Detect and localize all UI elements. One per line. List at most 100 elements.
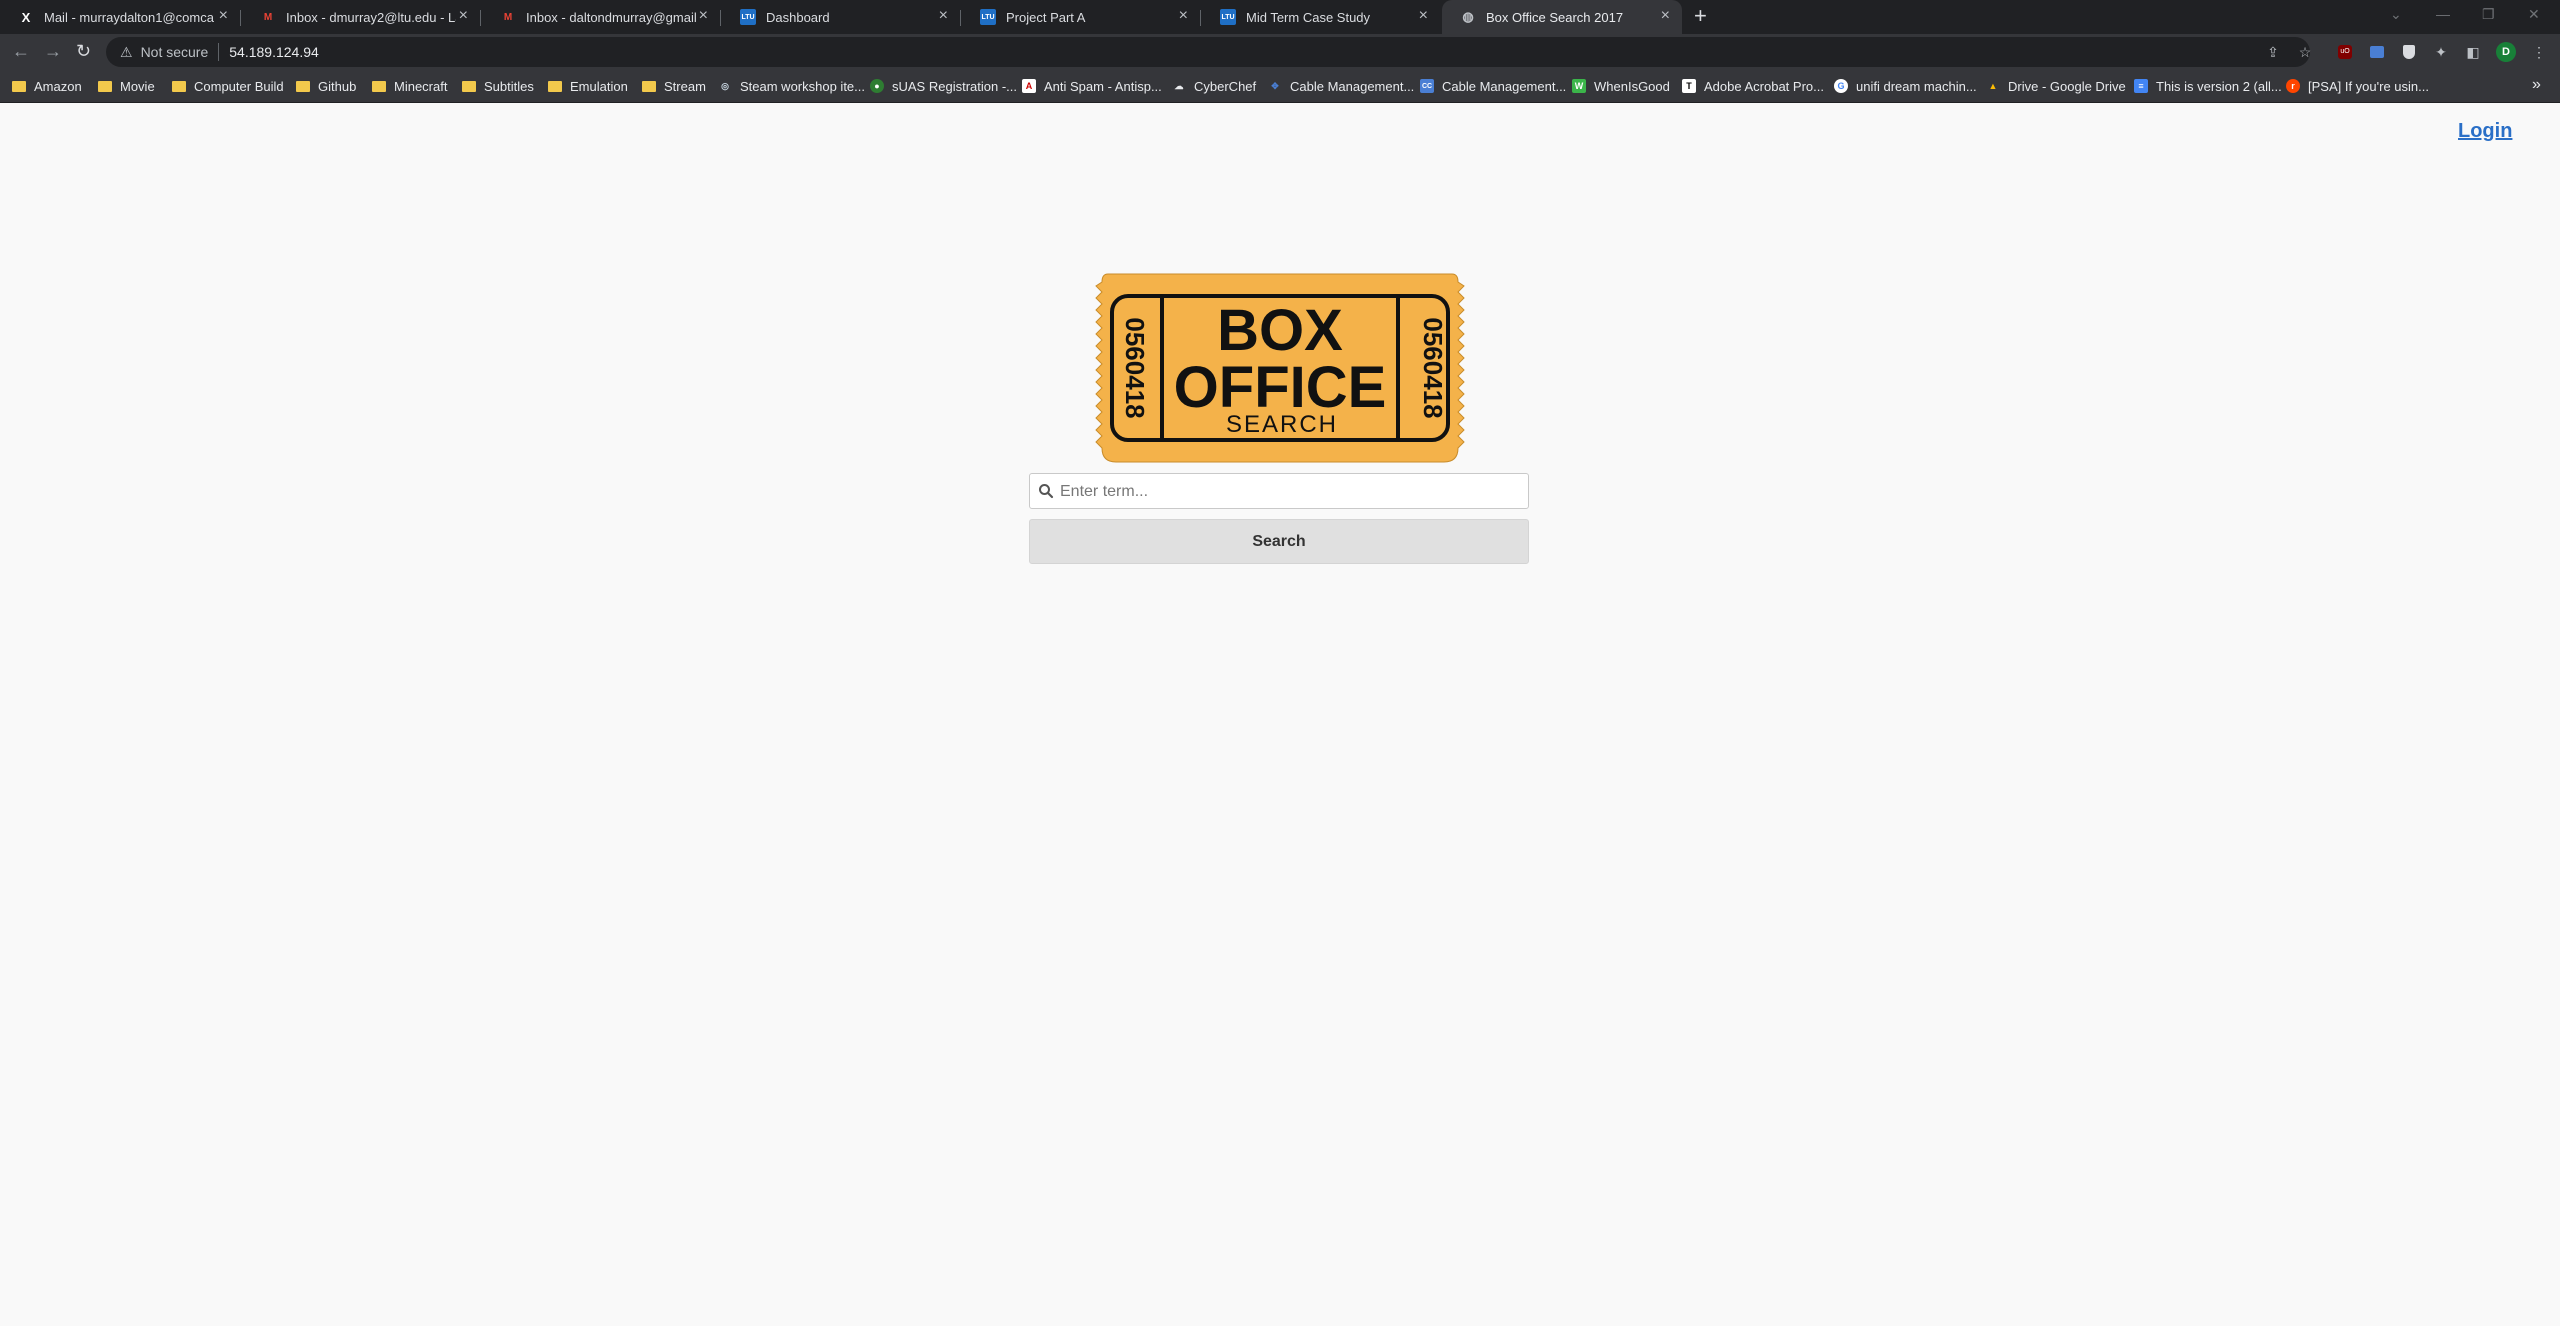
- bookmark-star-icon[interactable]: ☆: [2296, 43, 2314, 61]
- bookmark-cyberchef[interactable]: ☁ CyberChef: [1172, 70, 1257, 102]
- close-icon[interactable]: ×: [459, 8, 468, 24]
- cable-icon: CC: [1420, 79, 1434, 93]
- bookmark-computer-build[interactable]: Computer Build: [172, 70, 284, 102]
- bookmark-steam-workshop[interactable]: ◎ Steam workshop ite...: [718, 70, 865, 102]
- close-icon[interactable]: ×: [939, 8, 948, 24]
- gmail-icon: M: [503, 11, 513, 23]
- tab-mid-term[interactable]: LTU Mid Term Case Study ×: [1202, 0, 1440, 34]
- folder-icon: [12, 79, 26, 93]
- address-bar[interactable]: ⚠ Not secure 54.189.124.94: [106, 37, 2310, 67]
- ltu-icon: LTU: [740, 9, 756, 25]
- bookmark-suas-registration[interactable]: ● sUAS Registration -...: [870, 70, 1017, 102]
- login-link[interactable]: Login: [2458, 120, 2512, 143]
- maximize-icon[interactable]: ❐: [2482, 6, 2495, 23]
- adobe-icon: T: [1682, 79, 1696, 93]
- logo-line-search: SEARCH: [1226, 411, 1338, 438]
- bookmark-google-drive[interactable]: ▲ Drive - Google Drive: [1986, 70, 2126, 102]
- bitwarden-extension-icon[interactable]: [2400, 43, 2418, 61]
- docs-icon: ≡: [2134, 79, 2148, 93]
- close-icon[interactable]: ×: [219, 8, 228, 24]
- close-icon[interactable]: ×: [1419, 8, 1428, 24]
- reload-icon[interactable]: ↻: [76, 41, 91, 61]
- google-icon: G: [1834, 79, 1848, 93]
- search-icon: [1039, 484, 1054, 499]
- gmail-icon: M: [263, 11, 273, 23]
- tab-inbox-ltu[interactable]: M Inbox - dmurray2@ltu.edu - Law ×: [242, 0, 480, 34]
- profile-avatar[interactable]: D: [2496, 42, 2516, 62]
- bookmark-github[interactable]: Github: [296, 70, 356, 102]
- minimize-icon[interactable]: —: [2436, 6, 2450, 22]
- side-panel-icon[interactable]: ◧: [2464, 43, 2482, 61]
- window-close-icon[interactable]: ✕: [2528, 6, 2540, 23]
- tab-mail[interactable]: X Mail - murraydalton1@comcast.n ×: [0, 0, 240, 34]
- tab-inbox-gmail[interactable]: M Inbox - daltondmurray@gmail.co ×: [482, 0, 720, 34]
- logo-line-box: BOX: [1217, 298, 1343, 363]
- tab-strip: X Mail - murraydalton1@comcast.n × M Inb…: [0, 0, 2560, 34]
- faa-icon: ●: [870, 79, 884, 93]
- bookmark-anti-spam[interactable]: A Anti Spam - Antisp...: [1022, 70, 1162, 102]
- bookmark-reddit-psa[interactable]: r [PSA] If you're usin...: [2286, 70, 2429, 102]
- new-tab-plus-icon[interactable]: +: [1694, 5, 1707, 27]
- browser-toolbar: ← → ↻ ⚠ Not secure 54.189.124.94 ⇪ ☆ uO …: [0, 34, 2560, 70]
- tab-title: Inbox - daltondmurray@gmail.co: [526, 9, 696, 25]
- search-button[interactable]: Search: [1029, 519, 1529, 564]
- tab-title: Mail - murraydalton1@comcast.n: [44, 9, 214, 25]
- x-icon: X: [21, 9, 31, 25]
- bookmark-unifi[interactable]: Gunifi dream machin...: [1834, 70, 1977, 102]
- folder-icon: [172, 79, 186, 93]
- bookmark-cable-management-1[interactable]: ✥ Cable Management...: [1268, 70, 1414, 102]
- close-icon[interactable]: ×: [699, 8, 708, 24]
- bookmarks-bar: Amazon Movie Computer Build Github Minec…: [0, 70, 2560, 103]
- tab-title: Mid Term Case Study: [1246, 9, 1371, 25]
- url-text[interactable]: 54.189.124.94: [229, 44, 319, 60]
- drive-icon: ▲: [1988, 81, 1998, 91]
- chef-icon: ☁: [1174, 80, 1184, 91]
- tab-project-part-a[interactable]: LTU Project Part A ×: [962, 0, 1200, 34]
- bookmark-minecraft[interactable]: Minecraft: [372, 70, 447, 102]
- bookmark-google-doc[interactable]: ≡ This is version 2 (all...: [2134, 70, 2282, 102]
- folder-icon: [296, 79, 310, 93]
- tab-search-chevron-icon[interactable]: ⌄: [2390, 6, 2402, 23]
- tab-title: Inbox - dmurray2@ltu.edu - Law: [286, 9, 456, 25]
- ublock-extension-icon[interactable]: uO: [2336, 43, 2354, 61]
- bookmarks-overflow-chevron-icon[interactable]: »: [2532, 76, 2541, 94]
- bookmark-adobe-acrobat[interactable]: T Adobe Acrobat Pro...: [1682, 70, 1824, 102]
- search-input[interactable]: [1058, 474, 1522, 510]
- tab-box-office-search[interactable]: ◍ Box Office Search 2017 ×: [1442, 0, 1682, 34]
- close-icon[interactable]: ×: [1179, 8, 1188, 24]
- kebab-menu-icon[interactable]: ⋮: [2530, 43, 2548, 61]
- forward-arrow-icon[interactable]: →: [44, 41, 62, 61]
- bookmark-subtitles[interactable]: Subtitles: [462, 70, 534, 102]
- globe-icon: ◍: [1462, 9, 1474, 24]
- close-icon[interactable]: ×: [1661, 8, 1670, 24]
- security-label[interactable]: Not secure: [141, 44, 209, 60]
- tab-title: Dashboard: [766, 9, 830, 25]
- share-icon[interactable]: ⇪: [2264, 43, 2282, 61]
- bookmark-cable-management-2[interactable]: CC Cable Management...: [1420, 70, 1566, 102]
- bookmark-movie[interactable]: Movie: [98, 70, 155, 102]
- folder-icon: [98, 79, 112, 93]
- extension-blue-icon[interactable]: [2368, 43, 2386, 61]
- ltu-icon: LTU: [1220, 9, 1236, 25]
- folder-icon: [548, 79, 562, 93]
- tab-title: Project Part A: [1006, 9, 1086, 25]
- folder-icon: [462, 79, 476, 93]
- ticket-serial-left: 0560418: [1120, 317, 1150, 418]
- ticket-serial-right: 0560418: [1418, 317, 1448, 418]
- warning-triangle-icon[interactable]: ⚠: [120, 44, 133, 61]
- back-arrow-icon[interactable]: ←: [12, 41, 30, 61]
- ltu-icon: LTU: [980, 9, 996, 25]
- antispam-icon: A: [1022, 79, 1036, 93]
- bookmark-wheneisgood[interactable]: W WhenIsGood: [1572, 70, 1670, 102]
- bookmark-stream[interactable]: Stream: [642, 70, 706, 102]
- puzzle-extensions-icon[interactable]: ✦: [2432, 43, 2450, 61]
- whenisgood-icon: W: [1572, 79, 1586, 93]
- tab-dashboard[interactable]: LTU Dashboard ×: [722, 0, 960, 34]
- tab-title: Box Office Search 2017: [1486, 9, 1624, 25]
- steam-icon: ◎: [721, 80, 729, 91]
- bookmark-emulation[interactable]: Emulation: [548, 70, 628, 102]
- address-divider: [218, 43, 220, 61]
- reddit-icon: r: [2286, 79, 2300, 93]
- bookmark-amazon[interactable]: Amazon: [12, 70, 82, 102]
- search-field-container[interactable]: [1029, 473, 1529, 510]
